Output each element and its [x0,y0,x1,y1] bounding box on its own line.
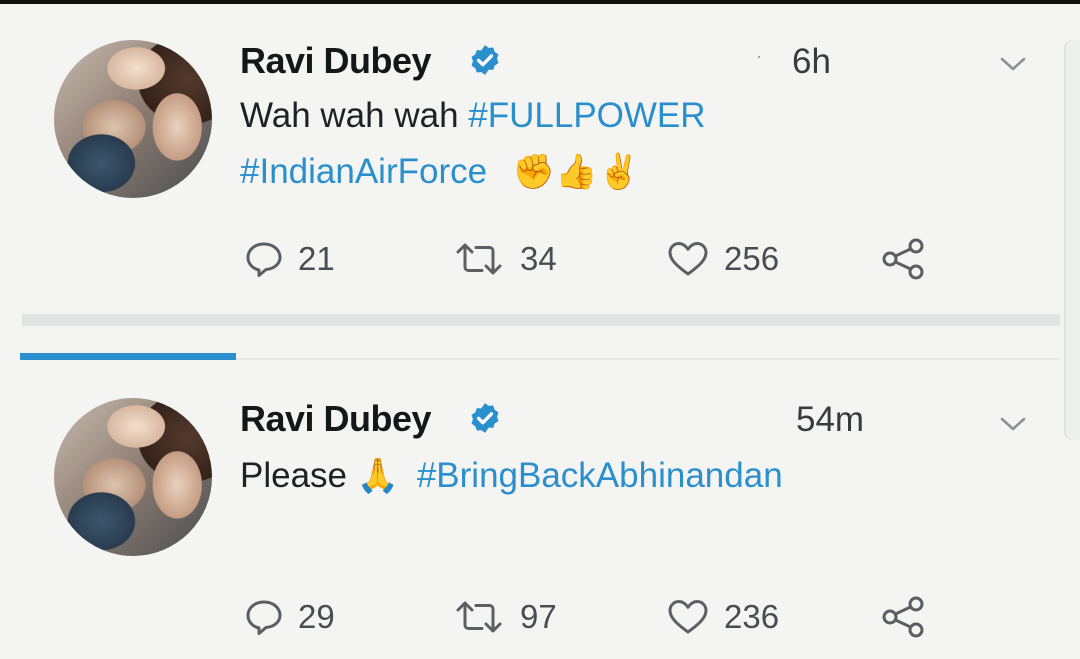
fist-emoji: ✊ [512,153,556,191]
retweet-count: 34 [520,240,557,277]
share-icon[interactable] [880,238,928,280]
avatar[interactable] [54,398,212,556]
reply-count: 21 [298,240,335,277]
tweet-text: Please [240,456,357,495]
timeline-divider [22,314,1060,326]
author-name[interactable]: Ravi Dubey [240,398,432,440]
like-button[interactable]: 236 [666,598,779,636]
retweet-icon [456,601,502,633]
like-icon [668,242,708,276]
share-icon[interactable] [880,596,928,638]
folded-hands-emoji: 🙏 [356,457,400,495]
scrollbar[interactable] [1064,40,1080,440]
like-icon [668,600,708,634]
like-button[interactable]: 256 [666,240,779,278]
active-tab-indicator [20,353,236,360]
reply-button[interactable]: 21 [244,240,335,278]
timestamp[interactable]: 6h [792,42,831,82]
verified-icon [471,45,499,75]
timestamp[interactable]: 54m [796,400,864,440]
like-count: 236 [724,598,780,635]
chevron-down-icon[interactable] [998,54,1028,74]
hashtag-bringbackabhinandan[interactable]: #BringBackAbhinandan [417,456,783,495]
verified-icon [471,403,499,433]
avatar[interactable] [54,40,212,198]
reply-button[interactable]: 29 [244,598,335,636]
tweet-text-line-2: #IndianAirForce ✊👍✌ [240,152,640,192]
tweet-text-line-1: Please 🙏 #BringBackAbhinandan [240,456,783,496]
retweet-count: 97 [520,598,557,635]
separator-dot: · [756,46,762,66]
author-name[interactable]: Ravi Dubey [240,40,432,82]
retweet-button[interactable]: 97 [452,598,557,636]
victory-emoji: ✌ [597,153,640,191]
reply-icon [246,600,282,635]
hashtag-indianairforce[interactable]: #IndianAirForce [240,152,487,191]
reply-count: 29 [298,598,335,635]
like-count: 256 [724,240,780,277]
tweet-text: Wah wah wah [240,96,469,135]
chevron-down-icon[interactable] [998,414,1028,434]
top-border [0,0,1080,4]
retweet-button[interactable]: 34 [452,240,557,278]
retweet-icon [456,243,502,275]
reply-icon [246,242,282,277]
tweet-text-line-1: Wah wah wah #FULLPOWER [240,96,706,136]
thumbs-up-emoji: 👍 [555,153,598,191]
hashtag-fullpower[interactable]: #FULLPOWER [468,96,705,135]
